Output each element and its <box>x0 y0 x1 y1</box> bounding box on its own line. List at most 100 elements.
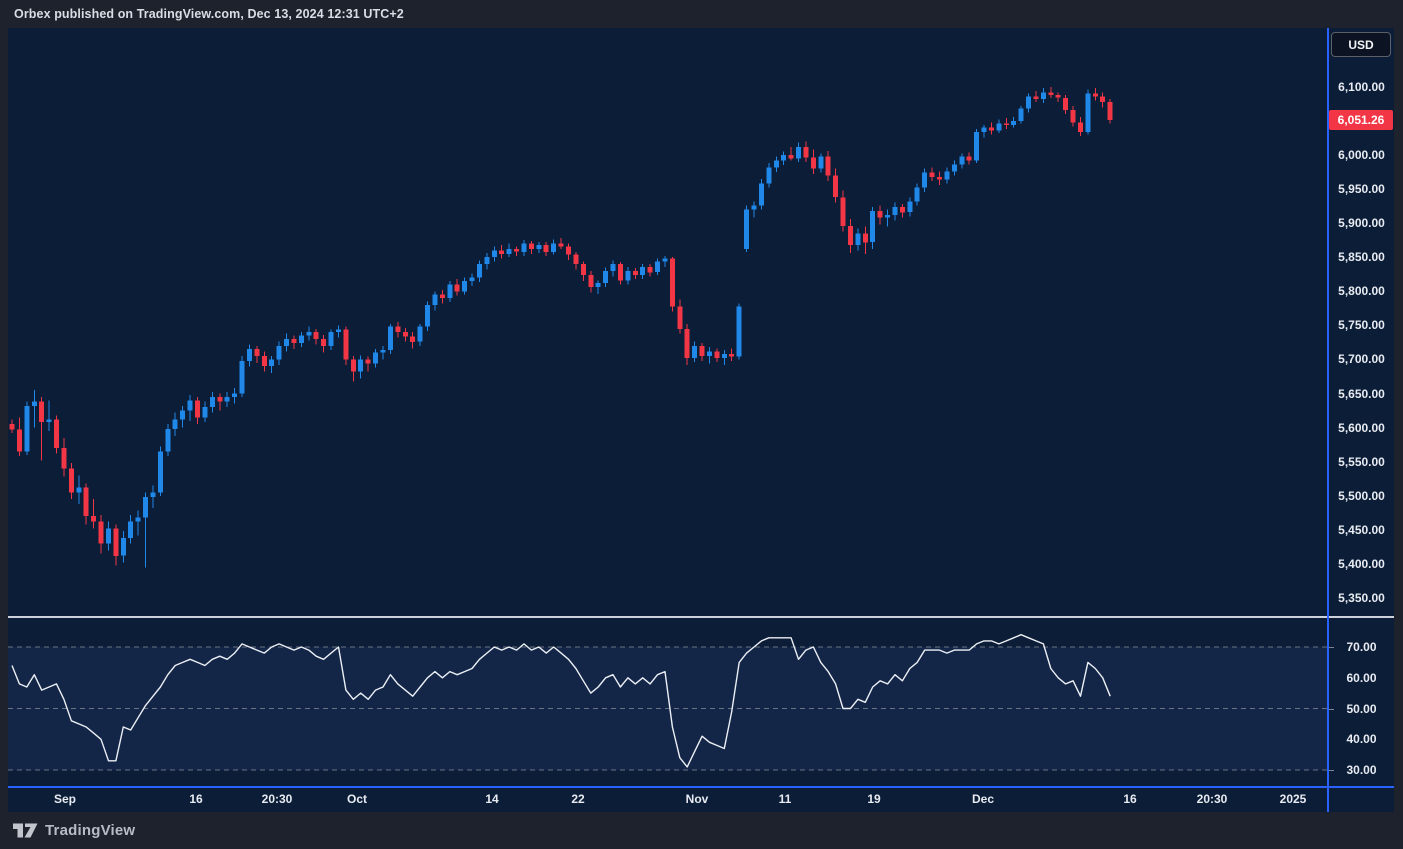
time-axis-label: Dec <box>972 792 994 806</box>
candle-body <box>381 350 386 353</box>
candle-body <box>893 207 898 215</box>
candle-body <box>314 332 319 339</box>
time-axis-label: 2025 <box>1280 792 1307 806</box>
price-axis-label: 6,100.00 <box>1329 79 1394 95</box>
candlestick-chart[interactable] <box>8 28 1327 617</box>
candle-body <box>1085 94 1090 132</box>
price-axis-label: 5,750.00 <box>1329 317 1394 333</box>
candle-body <box>655 261 660 272</box>
candle-body <box>217 397 222 402</box>
candle-body <box>811 158 816 169</box>
candle-body <box>559 244 564 247</box>
candle-body <box>447 285 452 299</box>
price-axis-label: 5,600.00 <box>1329 420 1394 436</box>
candle-body <box>410 336 415 342</box>
candle-body <box>915 188 920 202</box>
price-axis-label: 5,500.00 <box>1329 488 1394 504</box>
candle-body <box>944 171 949 179</box>
candle-body <box>47 419 52 422</box>
candle-body <box>395 327 400 333</box>
price-axis-label: 5,400.00 <box>1329 556 1394 572</box>
candle-body <box>432 295 437 305</box>
candle-body <box>470 278 475 281</box>
rsi-level-tick <box>1329 647 1334 648</box>
candle-body <box>759 184 764 206</box>
price-axis-label: 5,550.00 <box>1329 454 1394 470</box>
candle-body <box>752 205 757 209</box>
candle-body <box>855 233 860 245</box>
candle-body <box>165 429 170 452</box>
candle-body <box>151 492 156 497</box>
candle-body <box>358 359 363 371</box>
candle-body <box>366 359 371 363</box>
candle-body <box>1071 110 1076 122</box>
candle-body <box>952 165 957 172</box>
candle-body <box>269 359 274 366</box>
candle-body <box>1026 96 1031 108</box>
candle-body <box>69 469 74 493</box>
price-axis-label: 5,850.00 <box>1329 249 1394 265</box>
candle-body <box>188 400 193 410</box>
candle-body <box>729 354 734 357</box>
candle-body <box>878 211 883 218</box>
candle-body <box>247 349 252 361</box>
candle-body <box>937 177 942 180</box>
candle-body <box>566 246 571 254</box>
candle-body <box>1078 122 1083 132</box>
candle-body <box>232 394 237 397</box>
candle-body <box>573 255 578 265</box>
candle-body <box>418 327 423 342</box>
candle-body <box>603 271 608 283</box>
candle-body <box>329 332 334 346</box>
currency-button[interactable]: USD <box>1331 32 1391 57</box>
price-axis-label: 5,650.00 <box>1329 386 1394 402</box>
candle-body <box>499 250 504 253</box>
candle-body <box>611 264 616 271</box>
candle-body <box>32 402 37 406</box>
candle-body <box>848 226 853 245</box>
candle-body <box>677 306 682 329</box>
candle-body <box>351 359 356 371</box>
time-axis-label: 11 <box>779 792 792 806</box>
time-axis-label: 22 <box>571 792 584 806</box>
candle-body <box>714 351 719 358</box>
candle-body <box>700 346 705 356</box>
time-axis-label: 14 <box>485 792 498 806</box>
candle-body <box>1034 96 1039 99</box>
price-axis-label: 5,450.00 <box>1329 522 1394 538</box>
candle-body <box>522 244 527 252</box>
candle-body <box>225 397 230 402</box>
candle-body <box>930 173 935 177</box>
candle-body <box>722 354 727 358</box>
candle-body <box>826 156 831 175</box>
tradingview-link[interactable]: TradingView <box>13 822 135 839</box>
time-axis[interactable]: Sep1620:30Oct1422Nov1119Dec1620:302025 <box>8 788 1327 812</box>
time-axis-label: 19 <box>867 792 880 806</box>
time-axis-label: 20:30 <box>1197 792 1228 806</box>
candle-body <box>596 283 601 287</box>
candle-body <box>84 488 89 517</box>
candle-body <box>136 518 141 522</box>
candle-body <box>529 244 534 250</box>
rsi-axis-label: 60.00 <box>1329 670 1394 686</box>
candle-body <box>1063 98 1068 110</box>
candle-body <box>803 147 808 158</box>
candle-body <box>240 361 245 394</box>
candle-body <box>692 346 697 358</box>
price-axis[interactable]: USD 6,051.26 6,100.006,000.005,950.005,9… <box>1329 28 1394 812</box>
candle-body <box>373 353 378 364</box>
candle-body <box>299 336 304 344</box>
candle-body <box>989 128 994 131</box>
tradingview-logo-icon <box>13 822 38 839</box>
price-axis-label: 5,950.00 <box>1329 181 1394 197</box>
rsi-pane[interactable] <box>8 617 1327 786</box>
candle-body <box>262 356 267 366</box>
rsi-level-tick <box>1329 770 1334 771</box>
candle-body <box>796 147 801 159</box>
rsi-axis-label: 50.00 <box>1329 701 1394 717</box>
time-axis-label: Nov <box>686 792 709 806</box>
price-axis-label: 5,350.00 <box>1329 590 1394 606</box>
time-axis-label: 20:30 <box>262 792 293 806</box>
candle-body <box>1108 102 1113 120</box>
candle-body <box>1056 95 1061 98</box>
